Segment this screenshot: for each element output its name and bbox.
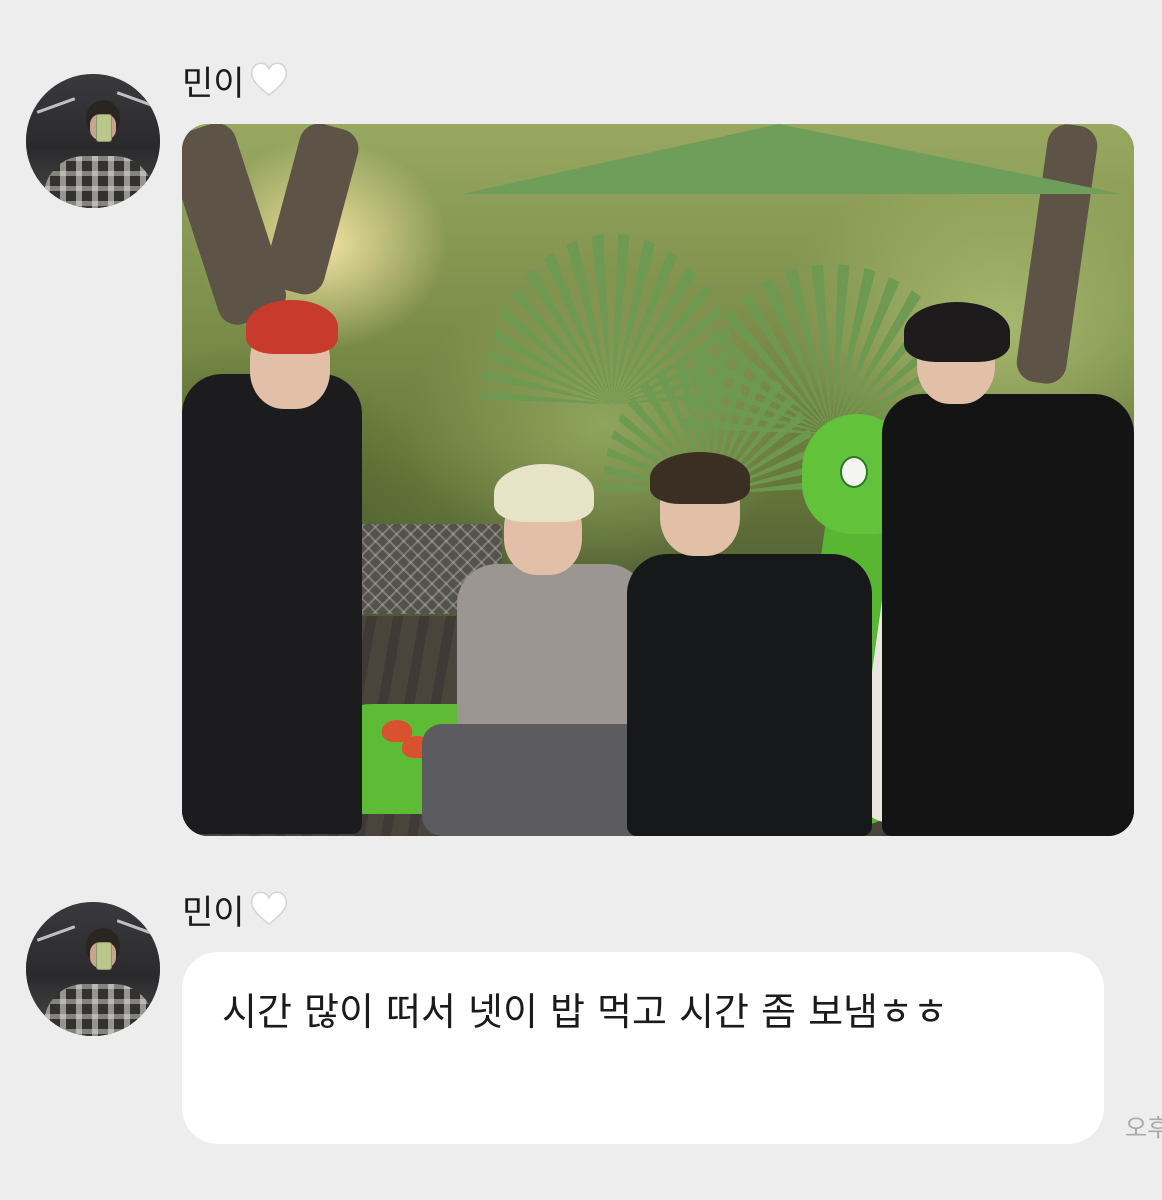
sender-label: 민이 <box>182 64 245 104</box>
white-heart-icon <box>249 61 289 106</box>
sender-name: 민이 <box>182 61 289 106</box>
message-bubble[interactable]: 시간 많이 떠서 넷이 밥 먹고 시간 좀 보냄ㅎㅎ <box>182 952 1104 1144</box>
shared-photo[interactable] <box>182 124 1134 836</box>
white-heart-icon <box>249 890 289 935</box>
avatar[interactable] <box>26 902 160 1036</box>
message-timestamp: 오후 <box>1125 1114 1162 1142</box>
message-text-content: 시간 많이 떠서 넷이 밥 먹고 시간 좀 보냄ㅎㅎ <box>222 990 948 1034</box>
avatar[interactable] <box>26 74 160 208</box>
message-photo: 민이 <box>0 0 1162 860</box>
sender-label: 민이 <box>182 893 245 933</box>
sender-name: 민이 <box>182 890 289 935</box>
